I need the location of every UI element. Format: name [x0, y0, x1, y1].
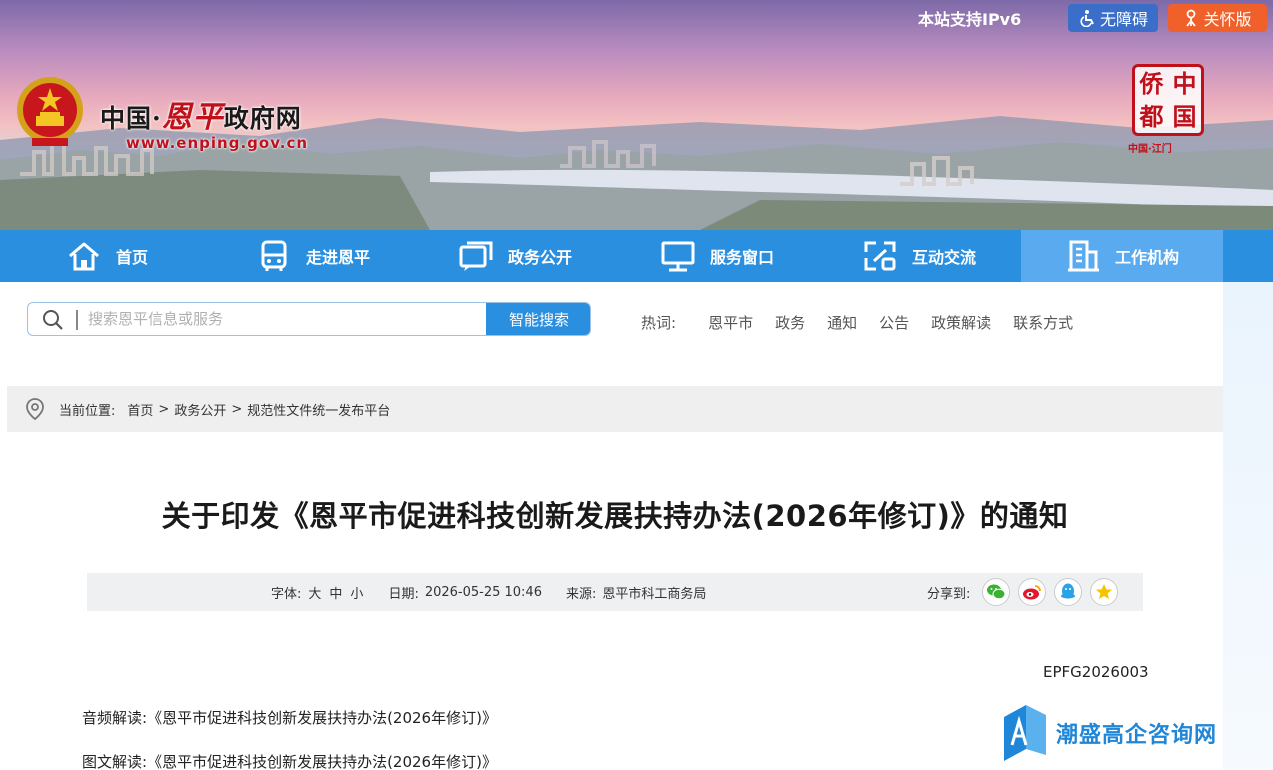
hot-words-label: 热词:: [641, 314, 677, 332]
search-divider: [76, 310, 78, 330]
font-size-label: 字体:: [271, 586, 302, 602]
nav-item-about-enping[interactable]: 走进恩平: [256, 230, 370, 282]
graphic-interp-label: 图文解读:: [82, 753, 148, 770]
accessibility-label: 无障碍: [1099, 10, 1148, 29]
weibo-icon: [1023, 585, 1042, 600]
hot-words: 热词: 恩平市 政务 通知 公告 政策解读 联系方式: [641, 312, 1073, 333]
article-meta-bar: 字体: 大 中 小 日期: 2026-05-25 10:46 来源: 恩平市科工…: [87, 573, 1143, 611]
breadcrumb-home[interactable]: 首页: [127, 400, 153, 419]
site-name-prefix: 中国·: [100, 104, 162, 133]
ipv6-notice: 本站支持IPv6: [918, 10, 1022, 29]
graphic-interp-link[interactable]: 《恩平市促进科技创新发展扶持办法(2026年修订)》: [147, 753, 497, 770]
nav-item-gov-affairs[interactable]: 政务公开: [458, 230, 572, 282]
bus-icon: [261, 240, 287, 271]
graphic-interpretation: 图文解读:《恩平市促进科技创新发展扶持办法(2026年修订)》: [82, 751, 497, 770]
nav-label: 互动交流: [912, 248, 977, 267]
breadcrumb-gov-affairs[interactable]: 政务公开: [174, 400, 226, 419]
nav-label: 走进恩平: [306, 248, 371, 267]
font-size-large[interactable]: 大: [308, 583, 321, 602]
nav-label: 服务窗口: [710, 248, 775, 267]
care-mode-button[interactable]: 关怀版: [1168, 4, 1267, 32]
audio-interpretation: 音频解读:《恩平市促进科技创新发展扶持办法(2026年修订)》: [82, 707, 497, 728]
breadcrumb-normative-docs[interactable]: 规范性文件统一发布平台: [247, 400, 390, 419]
share-wechat-button[interactable]: [982, 578, 1011, 606]
share-bar: 分享到:: [927, 573, 1119, 611]
breadcrumb-separator: >: [158, 401, 170, 417]
article-title: 关于印发《恩平市促进科技创新发展扶持办法(2026年修订)》的通知: [161, 499, 1069, 533]
qiaodu-char: 侨: [1139, 69, 1164, 98]
home-icon: [69, 242, 99, 271]
watermark-text: 潮盛高企咨询网: [1056, 722, 1218, 748]
site-url: www.enping.gov.cn: [126, 134, 309, 152]
nav-item-service-window[interactable]: 服务窗口: [660, 230, 774, 282]
article-meta: 字体: 大 中 小 日期: 2026-05-25 10:46 来源: 恩平市科工…: [271, 573, 706, 611]
building-icon: [1068, 240, 1099, 272]
breadcrumb: 当前位置: 首页 > 政务公开 > 规范性文件统一发布平台: [7, 386, 1223, 432]
accessibility-button[interactable]: 无障碍: [1068, 4, 1158, 32]
hot-word-link[interactable]: 联系方式: [1013, 312, 1073, 333]
article-date: 2026-05-25 10:46: [424, 584, 542, 600]
audio-interp-label: 音频解读:: [82, 709, 148, 727]
nav-label: 工作机构: [1115, 248, 1180, 267]
elderly-care-icon: [1186, 9, 1197, 27]
site-name-city: 恩平: [161, 100, 224, 135]
font-size-small[interactable]: 小: [350, 583, 363, 602]
audio-interp-link[interactable]: 《恩平市促进科技创新发展扶持办法(2026年修订)》: [147, 709, 497, 727]
document-number: EPFG2026003: [1043, 663, 1149, 681]
location-pin-icon: [26, 398, 44, 421]
nav-item-interaction[interactable]: 互动交流: [862, 230, 976, 282]
qiaodu-char: 都: [1139, 102, 1164, 131]
national-emblem-icon: [17, 77, 83, 146]
qq-icon: [1061, 583, 1076, 599]
wheelchair-icon: [1080, 10, 1094, 27]
hot-word-link[interactable]: 公告: [879, 312, 909, 333]
care-mode-label: 关怀版: [1203, 10, 1252, 29]
share-weibo-button[interactable]: [1018, 578, 1047, 606]
font-size-medium[interactable]: 中: [329, 583, 342, 602]
nav-label: 政务公开: [508, 248, 573, 267]
search-icon: [43, 310, 63, 330]
share-qq-button[interactable]: [1054, 578, 1083, 606]
breadcrumb-label: 当前位置:: [59, 403, 116, 419]
date-label: 日期:: [388, 586, 419, 602]
qiaodu-char: 国: [1172, 102, 1197, 131]
article-source: 恩平市科工商务局: [602, 586, 707, 602]
chat-window-icon: [459, 241, 493, 271]
source-label: 来源:: [565, 586, 597, 602]
nav-item-home[interactable]: 首页: [66, 230, 148, 282]
qiaodu-logo-sub: 中国·江门: [1128, 144, 1172, 155]
watermark-logo-icon: [1004, 705, 1046, 761]
search-bar: 智能搜索: [27, 302, 591, 336]
search-input[interactable]: [88, 303, 483, 335]
share-label: 分享到:: [927, 586, 971, 602]
qiaodu-char: 中: [1172, 69, 1197, 98]
wechat-icon: [987, 584, 1006, 600]
qiaodu-logo: 侨 中 都 国: [1132, 64, 1204, 136]
hot-word-link[interactable]: 政策解读: [931, 312, 991, 333]
monitor-icon: [661, 241, 695, 272]
qzone-icon: [1096, 584, 1113, 599]
header-banner: 中国·恩平政府网 www.enping.gov.cn 本站支持IPv6 无障碍 …: [0, 0, 1273, 230]
interaction-icon: [864, 241, 896, 271]
site-name: 中国·恩平政府网: [100, 92, 302, 136]
watermark: 潮盛高企咨询网: [1004, 705, 1217, 761]
share-qzone-button[interactable]: [1090, 578, 1119, 606]
site-name-suffix: 政府网: [223, 104, 302, 133]
nav-item-work-agencies[interactable]: 工作机构: [1021, 230, 1223, 282]
hot-word-link[interactable]: 政务: [775, 312, 805, 333]
main-nav: 首页 走进恩平 政务公开 服务窗口 互动交流 工作机构: [0, 230, 1273, 282]
hot-word-link[interactable]: 通知: [827, 312, 857, 333]
smart-search-button[interactable]: 智能搜索: [486, 303, 590, 335]
nav-label: 首页: [116, 248, 149, 267]
breadcrumb-separator: >: [231, 401, 243, 417]
hot-word-link[interactable]: 恩平市: [708, 312, 753, 333]
side-decoration: [1223, 282, 1273, 770]
